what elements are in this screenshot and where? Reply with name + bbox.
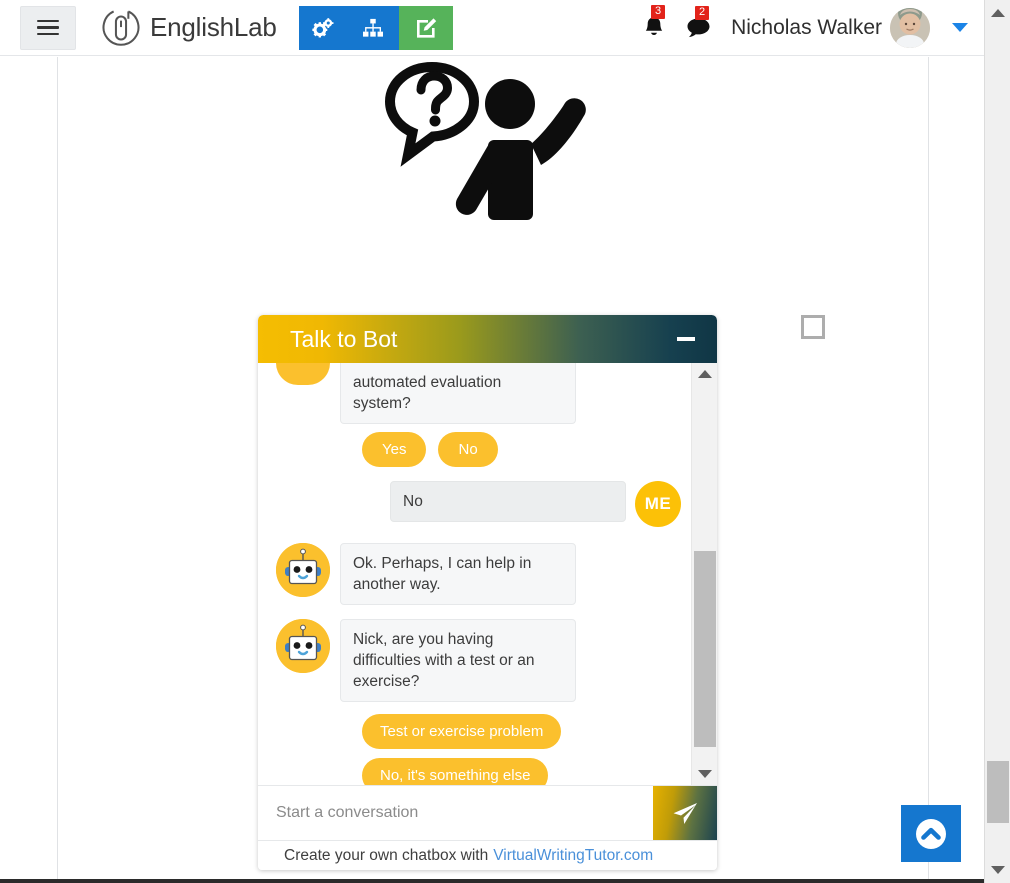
chat-scrollbar[interactable] — [691, 363, 717, 785]
chat-message-scroll-area: automated evaluation system? Yes No No M… — [258, 363, 717, 785]
compose-edit-button[interactable] — [398, 5, 453, 50]
chat-footer-text: Create your own chatbox with — [284, 846, 489, 864]
sitemap-button[interactable] — [346, 5, 399, 50]
robot-avatar-icon — [276, 363, 330, 385]
chat-minimize-button[interactable] — [677, 337, 695, 341]
robot-avatar-icon — [276, 619, 330, 673]
chat-message-row: No ME — [276, 481, 681, 527]
send-paper-plane-icon — [673, 803, 697, 824]
chat-scroll-down-button[interactable] — [692, 763, 717, 785]
quick-reply-no[interactable]: No — [438, 432, 498, 467]
quick-reply-something-else[interactable]: No, it's something else — [362, 758, 549, 785]
brand-logo-link[interactable]: EnglishLab — [98, 5, 277, 51]
chat-message-row: Nick, are you having difficulties with a… — [276, 619, 681, 702]
window-scroll-up-button[interactable] — [985, 2, 1010, 24]
navbar-action-buttons — [298, 5, 453, 50]
chat-bubble-bot: Ok. Perhaps, I can help in another way. — [340, 543, 576, 605]
triangle-down-icon — [991, 866, 1005, 874]
right-gutter — [930, 57, 984, 883]
quick-reply-test-or-exercise-problem[interactable]: Test or exercise problem — [362, 714, 562, 749]
hamburger-icon — [37, 16, 59, 40]
hamburger-menu-button[interactable] — [20, 5, 76, 50]
englishlab-logo-icon — [102, 10, 140, 46]
chat-widget: Talk to Bot automated evaluation system?… — [258, 315, 717, 870]
hero-question-person-icon — [385, 62, 586, 220]
chat-footer-link[interactable]: VirtualWritingTutor.com — [493, 847, 653, 865]
window-scrollbar[interactable] — [984, 0, 1010, 883]
chat-footer: Create your own chatbox with VirtualWrit… — [258, 840, 717, 870]
user-avatar[interactable] — [890, 7, 930, 48]
user-menu-chevron-down-icon[interactable] — [952, 23, 968, 32]
user-initials-avatar: ME — [635, 481, 681, 527]
robot-avatar-icon — [276, 543, 330, 597]
scroll-to-top-button[interactable] — [901, 805, 961, 862]
chat-message-row: automated evaluation system? — [276, 363, 681, 424]
empty-placeholder-box — [801, 315, 825, 339]
pencil-square-icon — [416, 17, 436, 38]
user-name-label: Nicholas Walker — [731, 15, 882, 39]
triangle-up-icon — [698, 370, 712, 378]
chat-messages-list: automated evaluation system? Yes No No M… — [258, 363, 691, 785]
robot-face-icon — [276, 543, 330, 597]
chat-scrollbar-thumb[interactable] — [694, 551, 716, 747]
messages-badge: 2 — [695, 5, 710, 20]
robot-face-icon — [276, 619, 330, 673]
chat-message-input[interactable] — [258, 786, 653, 840]
quick-reply-yes[interactable]: Yes — [362, 432, 427, 467]
chat-input-row — [258, 785, 717, 840]
settings-gears-button[interactable] — [298, 5, 347, 50]
brand-name: EnglishLab — [150, 12, 277, 42]
window-scroll-down-button[interactable] — [985, 859, 1010, 881]
gears-icon — [312, 17, 334, 37]
chat-quick-replies: Yes No — [362, 432, 681, 467]
chat-scroll-up-button[interactable] — [692, 363, 717, 385]
sitemap-icon — [362, 18, 383, 37]
chat-send-button[interactable] — [653, 786, 717, 840]
chat-widget-header: Talk to Bot — [258, 315, 717, 363]
top-navbar: EnglishLab 3 2 Nicholas Walker — [0, 0, 984, 56]
page-root: EnglishLab 3 2 Nicholas Walker Talk to B… — [0, 0, 1010, 883]
chat-message-row: Ok. Perhaps, I can help in another way. — [276, 543, 681, 605]
chat-title: Talk to Bot — [290, 325, 398, 352]
chevron-up-circle-icon — [916, 818, 946, 849]
navbar-user-area: 3 2 Nicholas Walker — [642, 0, 984, 56]
avatar-photo — [890, 7, 930, 48]
window-scrollbar-thumb[interactable] — [987, 761, 1009, 823]
triangle-down-icon — [698, 770, 712, 778]
chat-bubble-bot: automated evaluation system? — [340, 363, 576, 424]
window-bottom-strip — [0, 879, 984, 883]
notifications-bell[interactable]: 3 — [642, 4, 666, 41]
triangle-up-icon — [991, 9, 1005, 17]
messages-comment[interactable]: 2 — [686, 5, 711, 40]
chat-bubble-user: No — [390, 481, 626, 522]
notifications-badge: 3 — [651, 4, 666, 19]
left-gutter — [0, 57, 57, 883]
chat-bubble-bot: Nick, are you having difficulties with a… — [340, 619, 576, 702]
chat-quick-replies: Test or exercise problem No, it's someth… — [362, 714, 681, 785]
